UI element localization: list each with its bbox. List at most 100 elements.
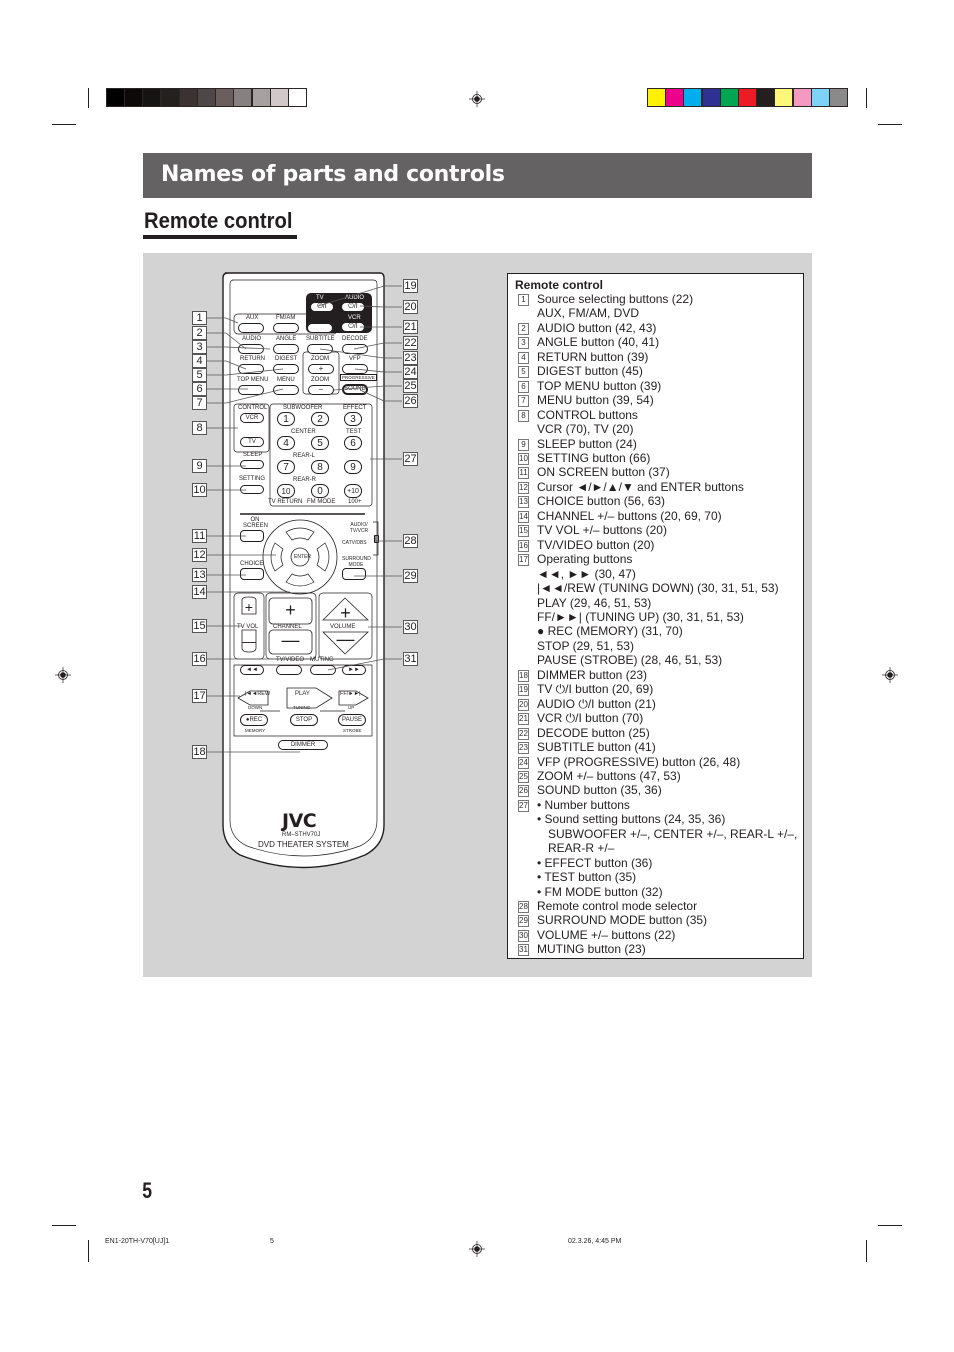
number-button-1[interactable]: 1: [277, 412, 295, 426]
legend-number-badge: 31: [518, 944, 529, 957]
legend-number-badge: 10: [518, 452, 529, 465]
legend-number-badge: 26: [518, 785, 529, 798]
channel-plus-button[interactable]: +: [269, 598, 312, 624]
number-button-2[interactable]: 2: [311, 412, 329, 426]
tv-power-label: TV: [316, 295, 324, 301]
legend-number-badge: 5: [518, 366, 529, 379]
callout-15: 15: [192, 619, 207, 633]
audio-button[interactable]: [238, 344, 264, 354]
ff-label: FF/: [340, 691, 349, 697]
vfp-button[interactable]: [342, 364, 368, 374]
legend-text: RETURN button (39): [537, 349, 649, 364]
number-button-7[interactable]: 7: [277, 460, 295, 474]
on-screen-button[interactable]: [240, 530, 264, 542]
legend-item: 30 VOLUME +/– buttons (22): [518, 928, 797, 942]
subtitle-button[interactable]: [307, 344, 333, 354]
volume-plus-button[interactable]: +: [323, 600, 368, 623]
vcr-power-button[interactable]: ⏻/I: [341, 322, 365, 332]
legend-item: 10 SETTING button (66): [518, 451, 797, 465]
aux-button[interactable]: [238, 323, 264, 333]
volume-minus-button[interactable]: —: [323, 630, 368, 652]
legend-number-badge: 4: [518, 351, 529, 364]
pause-button[interactable]: PAUSE: [338, 714, 366, 726]
number-button-10[interactable]: 10: [277, 484, 295, 498]
ff-skip-button[interactable]: FF/►►|: [340, 691, 361, 697]
fast-forward-button[interactable]: ►►: [342, 665, 366, 675]
legend-text: PLAY (29, 46, 51, 53): [537, 595, 652, 610]
dimmer-button[interactable]: DIMMER: [278, 740, 328, 750]
vcr-control-button[interactable]: VCR: [240, 413, 264, 423]
angle-button[interactable]: [273, 344, 299, 354]
legend-item: 8 CONTROL buttons: [518, 408, 797, 422]
enter-button[interactable]: ENTER: [294, 554, 311, 560]
digest-button[interactable]: [273, 364, 299, 374]
legend-text: ANGLE button (40, 41): [537, 335, 660, 350]
audio-power-button[interactable]: ⏻/I: [341, 302, 365, 312]
callout-1: 1: [192, 311, 207, 325]
zoom-plus-button[interactable]: +: [308, 364, 334, 374]
legend-item: 2 AUDIO button (42, 43): [518, 321, 797, 335]
legend-item: 28 Remote control mode selector: [518, 899, 797, 914]
callout-23: 23: [403, 351, 418, 365]
choice-button[interactable]: [240, 568, 264, 580]
footer-file-id: EN1-20TH-V70[UJ]1: [105, 1238, 170, 1245]
number-button-4[interactable]: 4: [277, 436, 295, 450]
number-button-9[interactable]: 9: [344, 460, 362, 474]
legend-text: ON SCREEN button (37): [537, 465, 670, 480]
dvd-button[interactable]: [307, 323, 333, 333]
rec-button[interactable]: ●REC: [240, 714, 268, 726]
number-button-8[interactable]: 8: [311, 460, 329, 474]
callout-31: 31: [403, 652, 418, 666]
return-button[interactable]: [238, 364, 264, 374]
play-button[interactable]: PLAY: [295, 691, 310, 697]
fmam-button[interactable]: [273, 323, 299, 333]
color-swatch: [701, 88, 721, 107]
number-button-0[interactable]: 0: [311, 484, 329, 498]
tv-video-button[interactable]: [276, 665, 302, 675]
skip-forward-icon: ►►|: [348, 691, 361, 697]
callout-18: 18: [192, 745, 207, 759]
legend-item-detail: |◄◄/REW (TUNING DOWN) (30, 31, 51, 53): [518, 581, 797, 595]
legend-text: VFP (PROGRESSIVE) button (26, 48): [537, 754, 741, 769]
zoom-minus-button[interactable]: −: [308, 385, 334, 395]
rew-button[interactable]: |◄◄REW: [245, 691, 270, 697]
number-button-3[interactable]: 3: [344, 412, 362, 426]
legend-box: Remote control 1 Source selecting buttons…: [507, 273, 804, 959]
number-button-plus10[interactable]: +10: [344, 484, 362, 498]
choice-label: CHOICE: [240, 561, 264, 567]
legend-item: 16 TV/VIDEO button (20): [518, 538, 797, 552]
channel-minus-button[interactable]: —: [269, 630, 312, 654]
legend-item: 22 DECODE button (25): [518, 726, 797, 740]
menu-button[interactable]: [273, 385, 299, 395]
surround-mode-button[interactable]: [342, 568, 366, 580]
mode-selector-bottom-label: CATV/DBS: [342, 540, 367, 546]
top-menu-button[interactable]: [238, 385, 264, 395]
stop-button[interactable]: STOP: [290, 714, 318, 726]
setting-button[interactable]: [240, 485, 264, 494]
gray-swatch: [160, 88, 180, 107]
legend-text: Remote control mode selector: [537, 899, 698, 914]
sound-button[interactable]: SOUND: [342, 384, 368, 395]
registration-mark-icon: [469, 1241, 485, 1257]
number-button-5[interactable]: 5: [311, 436, 329, 450]
gray-swatch: [269, 88, 289, 107]
muting-button[interactable]: [310, 665, 336, 675]
callout-16: 16: [192, 652, 207, 666]
legend-text: SLEEP button (24): [537, 436, 637, 451]
decode-button[interactable]: [342, 344, 368, 354]
tv-control-button[interactable]: TV: [240, 437, 264, 447]
tv-power-button[interactable]: ⏻/I: [310, 302, 334, 312]
callout-12: 12: [192, 548, 207, 562]
color-swatch: [647, 88, 666, 107]
number-button-6[interactable]: 6: [344, 436, 362, 450]
tv-vol-label: TV VOL: [237, 624, 259, 630]
legend-number-badge: 23: [518, 742, 529, 755]
remote-mode-selector-switch[interactable]: [374, 535, 379, 543]
callout-22: 22: [403, 336, 418, 350]
legend-text: MUTING button (23): [537, 942, 646, 957]
color-swatch: [665, 88, 685, 107]
sleep-button[interactable]: [240, 460, 264, 469]
registration-mark-icon: [469, 91, 485, 107]
rewind-button[interactable]: ◄◄: [240, 665, 264, 675]
hundred-plus-label: 100+: [348, 499, 362, 505]
